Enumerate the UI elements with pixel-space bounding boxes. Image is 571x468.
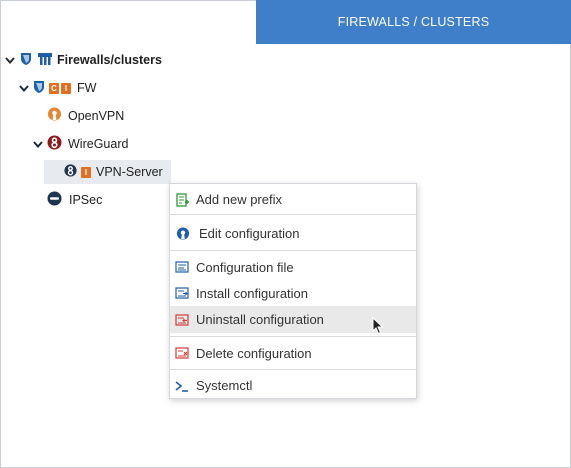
menu-label: Edit configuration [199, 226, 300, 241]
shield-icon [19, 52, 33, 69]
menu-label: Uninstall configuration [196, 312, 324, 327]
shield-icon [33, 80, 45, 97]
terminal-icon [175, 379, 189, 393]
menu-label: Configuration file [196, 259, 294, 275]
menu-label: Install configuration [196, 285, 309, 301]
badge-i: I [81, 166, 91, 178]
menu-item-configuration-file[interactable]: Configuration file [170, 254, 416, 280]
tree-root-label: Firewalls/clusters [57, 53, 162, 67]
menu-divider [170, 250, 416, 251]
tree-openvpn-label: OpenVPN [68, 109, 125, 123]
menu-label: Delete configuration [196, 345, 312, 361]
panel-header: FIREWALLS / CLUSTERS [256, 0, 571, 44]
menu-item-delete-configuration[interactable]: Delete configuration [170, 340, 416, 366]
menu-divider [170, 214, 416, 215]
wireguard-icon [64, 164, 77, 180]
tree-node-wireguard[interactable]: WireGuard [32, 133, 128, 155]
edit-icon [176, 226, 190, 241]
context-menu: Add new prefix Edit configuration Config… [169, 183, 417, 399]
tree-node-fw[interactable]: C I FW [18, 77, 96, 99]
menu-item-install-configuration[interactable]: Install configuration [170, 280, 416, 306]
menu-item-add-new-prefix[interactable]: Add new prefix [170, 186, 416, 213]
firewall-icon [37, 52, 53, 69]
tree-node-openvpn[interactable]: OpenVPN [47, 105, 124, 127]
tree-node-root[interactable]: Firewalls/clusters [4, 49, 162, 71]
config-file-icon [175, 260, 189, 274]
badge-c: C [49, 82, 59, 94]
install-icon [175, 286, 189, 300]
tree-wireguard-label: WireGuard [68, 137, 129, 151]
tree-ipsec-label: IPSec [69, 193, 103, 207]
menu-item-systemctl[interactable]: Systemctl [170, 373, 416, 398]
menu-divider [170, 369, 416, 370]
mouse-cursor-icon [372, 316, 384, 338]
chevron-down-icon[interactable] [32, 138, 44, 150]
chevron-down-icon[interactable] [4, 54, 16, 66]
tree-node-vpn-server[interactable]: I VPN-Server [44, 160, 171, 184]
tree-fw-label: FW [77, 81, 97, 95]
ipsec-icon [47, 191, 62, 209]
menu-label: Systemctl [196, 378, 253, 393]
badge-i: I [61, 82, 71, 94]
uninstall-icon [175, 313, 189, 327]
menu-item-edit-configuration[interactable]: Edit configuration [170, 220, 416, 247]
openvpn-icon [47, 107, 62, 125]
delete-icon [175, 346, 189, 360]
chevron-down-icon[interactable] [18, 82, 30, 94]
panel-title: FIREWALLS / CLUSTERS [337, 15, 490, 29]
wireguard-icon [47, 135, 62, 153]
add-prefix-icon [175, 192, 189, 207]
tree-vpn-server-label: VPN-Server [96, 165, 163, 179]
menu-label: Add new prefix [196, 192, 282, 207]
tree-node-ipsec[interactable]: IPSec [47, 189, 102, 211]
